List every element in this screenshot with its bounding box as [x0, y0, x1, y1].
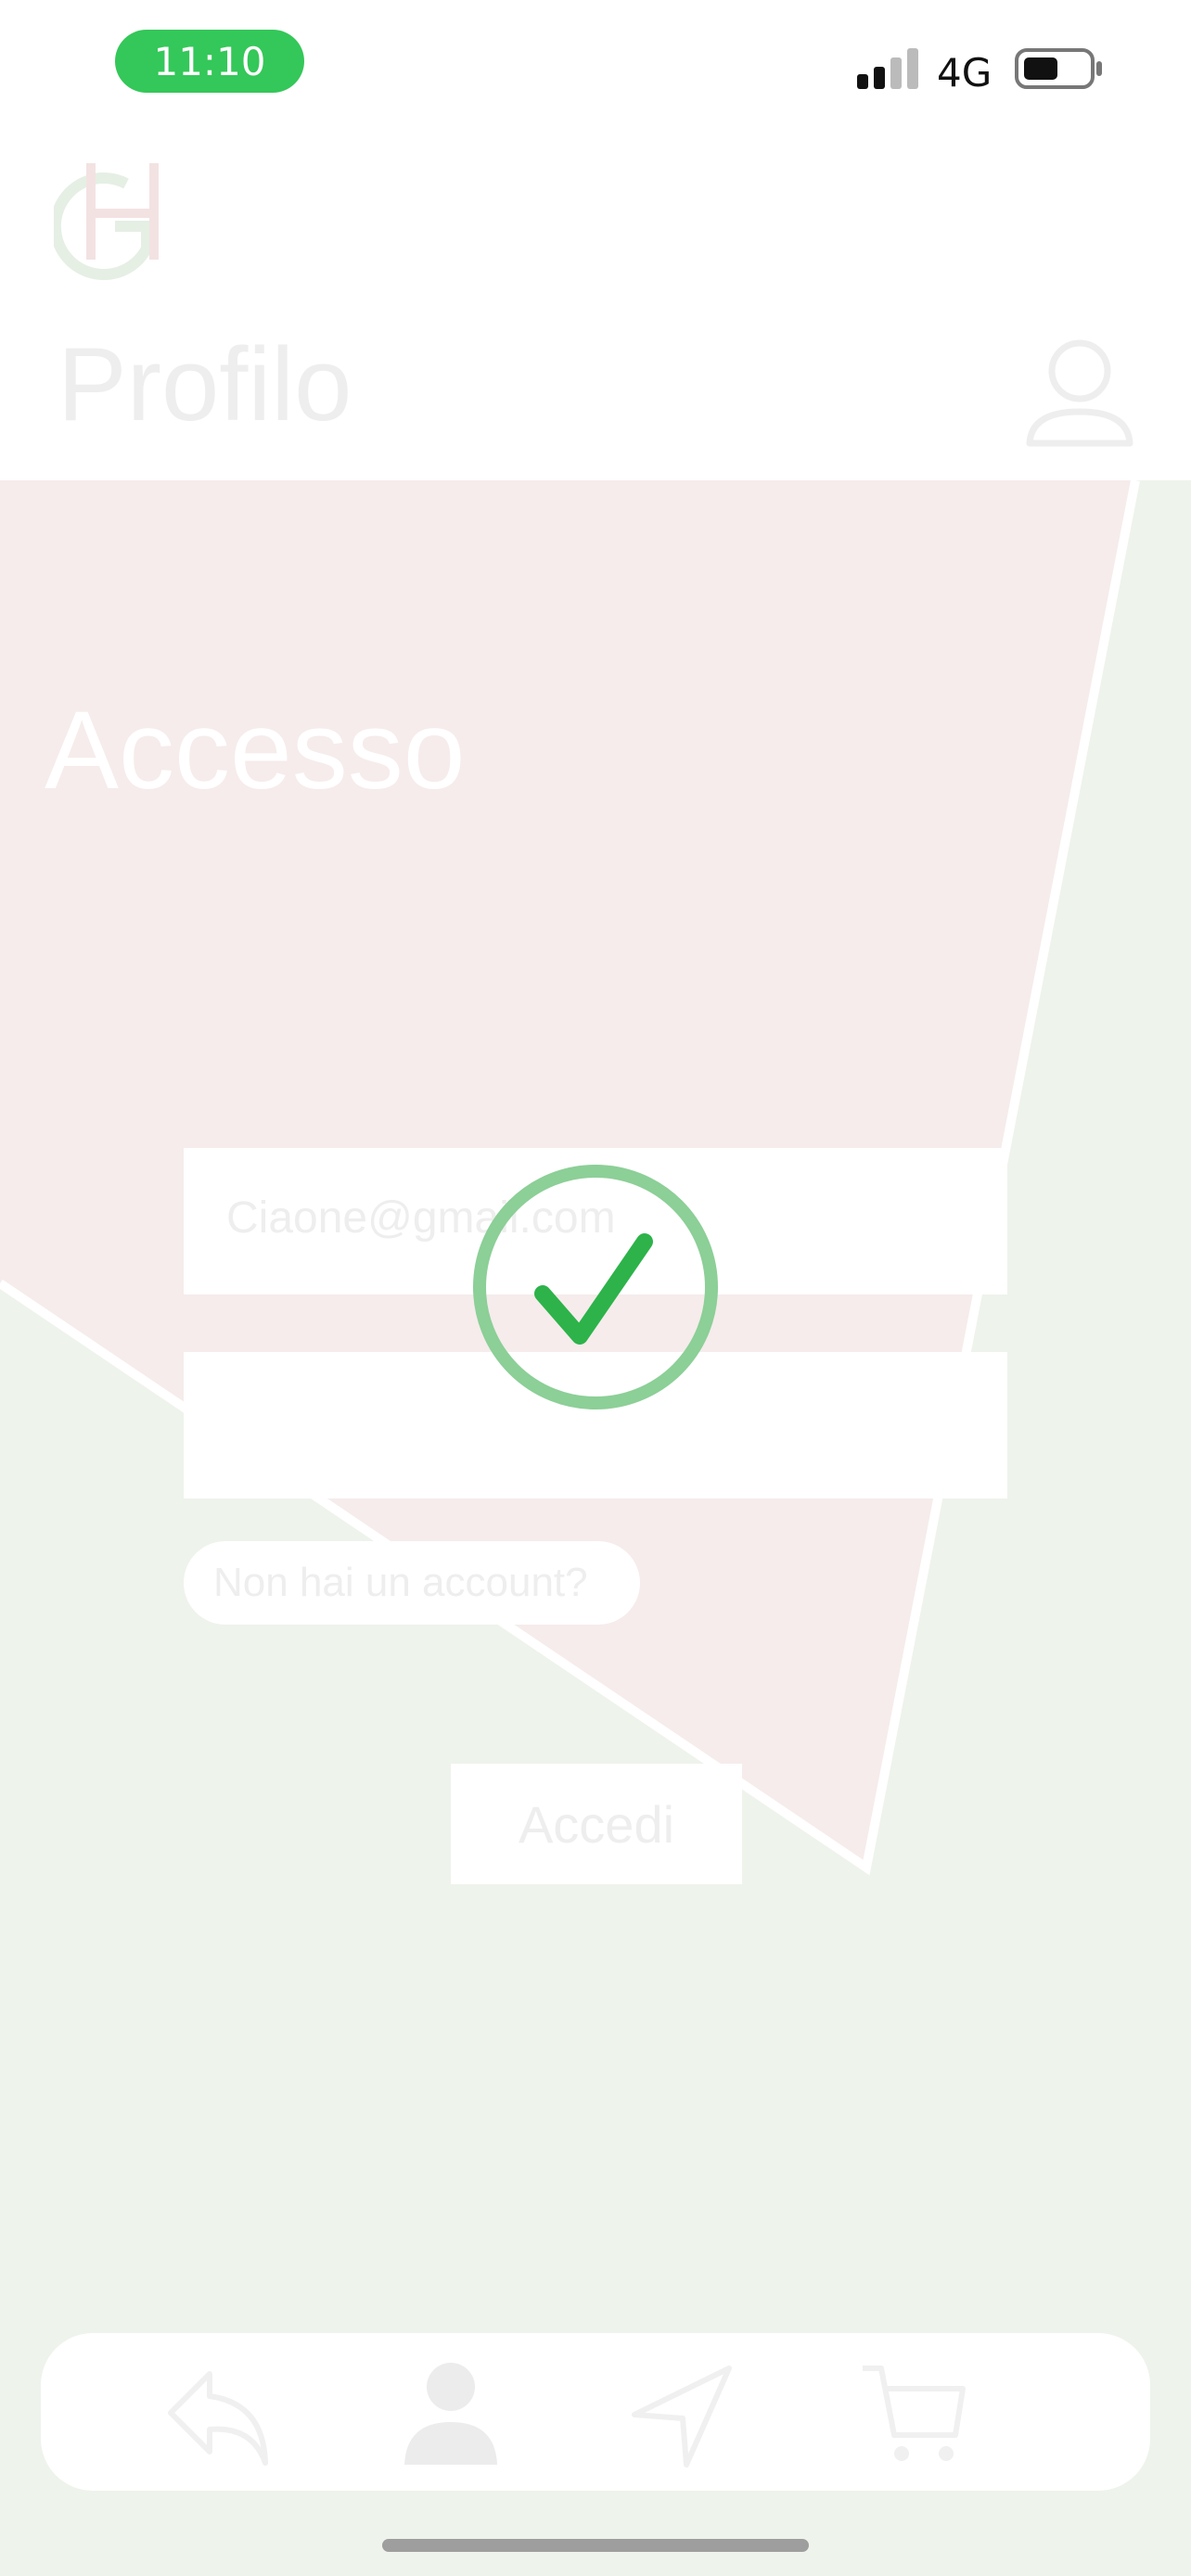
signal-icon — [857, 48, 918, 89]
login-button[interactable]: Accedi — [451, 1764, 742, 1884]
cart-icon[interactable] — [859, 2361, 970, 2472]
user-outline-icon[interactable] — [1024, 334, 1135, 451]
register-link[interactable]: Non hai un account? — [184, 1541, 640, 1625]
network-type: 4G — [937, 50, 992, 96]
person-icon[interactable] — [395, 2361, 506, 2472]
success-check-icon — [473, 1165, 718, 1409]
gh-logo-icon — [54, 163, 159, 280]
page-title: Profilo — [58, 326, 352, 442]
battery-icon — [1015, 48, 1102, 89]
home-indicator — [382, 2539, 809, 2552]
login-heading: Accesso — [45, 688, 466, 812]
status-time: 11:10 — [115, 30, 304, 93]
back-arrow-icon[interactable] — [163, 2361, 275, 2472]
navigation-icon[interactable] — [627, 2361, 738, 2472]
